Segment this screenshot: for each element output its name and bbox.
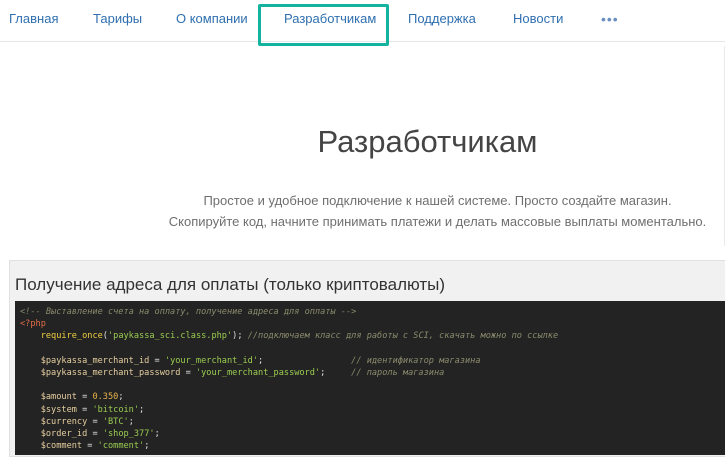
code-require-comment: //подключаем класс для работы с SCI, ска… [247, 331, 559, 342]
section-title: Получение адреса для оплаты (только крип… [15, 275, 446, 294]
code-amount-var: $amount [40, 392, 77, 403]
nav-home[interactable]: Главная [9, 11, 58, 26]
code-currency-val: 'BTC' [102, 416, 129, 427]
code-comment-val: 'comment' [97, 441, 145, 452]
code-merchant-id-val: 'your_merchant_id' [164, 355, 259, 366]
code-require-fn: require_once [40, 331, 103, 342]
code-php-open: <?php [20, 319, 46, 330]
code-merchant-id-var: $paykassa_merchant_id [40, 355, 150, 366]
code-currency-var: $currency [40, 416, 88, 427]
code-comment-header: <!-- Выставление счета на оплату, получе… [20, 307, 357, 317]
code-comment-var: $comment [40, 441, 83, 452]
active-tab-indicator [0, 0, 28, 3]
nav-tariffs[interactable]: Тарифы [93, 11, 142, 26]
page-subtitle-line-2: Скопируйте код, начните принимать платеж… [168, 214, 707, 229]
code-merchant-pw-comment: // пароль магазина [351, 367, 445, 378]
code-system-var: $system [40, 404, 77, 415]
code-merchant-pw-val: 'your_merchant_password' [195, 367, 321, 378]
highlight-box [258, 4, 389, 46]
more-menu-icon[interactable]: ••• [601, 11, 619, 27]
code-block[interactable]: <!-- Выставление счета на оплату, получе… [15, 301, 725, 455]
code-amount-val: 0.350 [92, 392, 119, 403]
nav-about[interactable]: О компании [176, 11, 248, 26]
page-title: Разработчикам [317, 124, 538, 159]
code-order-val: 'shop_377' [102, 428, 155, 439]
nav-news[interactable]: Новости [513, 11, 563, 26]
code-system-val: 'bitcoin' [92, 404, 140, 415]
code-merchant-id-comment: // идентификатор магазина [351, 355, 481, 366]
code-require-arg: 'paykassa_sci.class.php' [107, 331, 233, 342]
code-merchant-pw-var: $paykassa_merchant_password [40, 367, 181, 378]
nav-support[interactable]: Поддержка [408, 11, 476, 26]
code-order-var: $order_id [40, 428, 88, 439]
page-subtitle-line-1: Простое и удобное подключение к нашей си… [203, 193, 672, 208]
